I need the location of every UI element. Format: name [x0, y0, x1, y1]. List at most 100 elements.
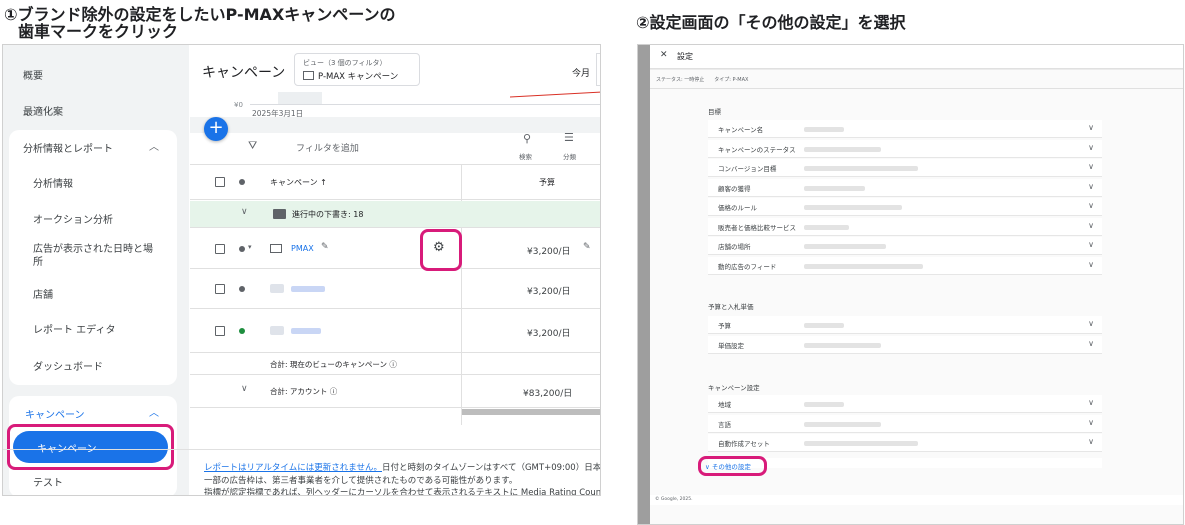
caret-down-icon[interactable]: ▾: [248, 243, 252, 251]
blurred-value: [804, 342, 881, 348]
nav-recommendations[interactable]: 最適化案: [23, 103, 63, 118]
blurred-campaign-name[interactable]: [291, 328, 321, 334]
blurred-value: [804, 323, 844, 328]
search-label: 検索: [519, 153, 532, 161]
settings-row[interactable]: キャンペーンのステータス ∨: [708, 139, 1102, 158]
footer-line1: レポートはリアルタイムには更新されません。日付と時刻のタイムゾーンはすべて（GM…: [204, 461, 600, 473]
close-icon[interactable]: ✕: [660, 50, 668, 60]
row-checkbox[interactable]: [215, 284, 225, 294]
chevron-down-icon[interactable]: ∨: [1088, 123, 1094, 132]
highlight-more-settings: [698, 456, 767, 476]
blurred-campaign-name[interactable]: [291, 286, 325, 292]
col-campaign[interactable]: キャンペーン ↑: [270, 177, 327, 188]
pmax-type-icon: [270, 244, 282, 253]
segment-icon[interactable]: ☰: [564, 131, 574, 144]
settings-row-label: 言語: [718, 420, 731, 429]
settings-row[interactable]: コンバージョン目標 ∨: [708, 159, 1102, 177]
chevron-down-icon[interactable]: ∨: [1088, 418, 1094, 427]
settings-row-label: 動的広告のフィード: [718, 262, 777, 271]
add-campaign-button[interactable]: +: [204, 117, 228, 141]
settings-row-label: 単価設定: [718, 341, 744, 350]
settings-row[interactable]: 言語 ∨: [708, 414, 1102, 433]
settings-row[interactable]: 価格のルール ∨: [708, 198, 1102, 216]
chevron-down-icon[interactable]: ∨: [241, 384, 248, 394]
nav-insights[interactable]: 分析情報: [33, 178, 73, 191]
chevron-down-icon[interactable]: ∨: [1088, 182, 1094, 191]
table-header: キャンペーン ↑ 予算: [190, 165, 600, 200]
settings-row[interactable]: 顧客の獲得 ∨: [708, 178, 1102, 197]
chevron-down-icon[interactable]: ∨: [241, 207, 248, 217]
blurred-value: [804, 166, 918, 171]
search-icon[interactable]: ⚲: [523, 132, 531, 145]
row-checkbox[interactable]: [215, 244, 225, 254]
blurred-value: [804, 224, 849, 230]
section-goal: 目標: [708, 108, 721, 116]
draft-row[interactable]: ∨ 進行中の下書き: 18: [190, 201, 600, 228]
step1-line1: ①ブランド除外の設定をしたいP-MAXキャンペーンの: [4, 5, 396, 24]
footer-link[interactable]: レポートはリアルタイムには更新されません。: [204, 463, 382, 473]
settings-row[interactable]: 単価設定 ∨: [708, 335, 1102, 354]
chevron-down-icon[interactable]: ∨: [1088, 201, 1094, 210]
nav-insights-section[interactable]: 分析情報とレポート: [23, 140, 113, 155]
main-panel: キャンペーン ビュー（3 個のフィルタ） P-MAX キャンペーン 今月 ¥0 …: [190, 45, 600, 495]
view-name: P-MAX キャンペーン: [318, 72, 399, 82]
chevron-down-icon[interactable]: ∨: [1088, 437, 1094, 446]
edit-pencil-icon[interactable]: ✎: [321, 242, 329, 252]
draft-label: 進行中の下書き: 18: [292, 210, 364, 219]
settings-row[interactable]: 自動作成アセット ∨: [708, 434, 1102, 452]
settings-row-label: コンバージョン目標: [718, 165, 777, 173]
chevron-down-icon[interactable]: ∨: [1088, 240, 1094, 249]
date-picker-edge[interactable]: [596, 53, 600, 86]
settings-row-label: 価格のルール: [718, 204, 757, 212]
settings-row[interactable]: 販売者と価格比較サービス ∨: [708, 217, 1102, 236]
nav-campaigns-section[interactable]: キャンペーン: [25, 406, 85, 421]
settings-row-label: キャンペーン名: [718, 126, 764, 134]
google-ads-campaigns-screenshot: 概要 最適化案 分析情報とレポート ︿ 分析情報 オークション分析 広告が表示さ…: [2, 44, 601, 496]
budget-value: ¥3,200/日: [527, 247, 571, 257]
nav-report-editor[interactable]: レポート エディタ: [33, 324, 115, 337]
settings-row[interactable]: 動的広告のフィード ∨: [708, 256, 1102, 275]
edit-pencil-icon[interactable]: ✎: [583, 242, 591, 252]
settings-row[interactable]: 店舗の場所 ∨: [708, 237, 1102, 255]
horizontal-scrollbar[interactable]: [462, 409, 600, 415]
nav-auction-insights[interactable]: オークション分析: [33, 214, 113, 227]
footer-line2: 一部の広告枠は、第三者事業者を介して提供されたものである可能性があります。: [204, 476, 518, 486]
highlight-campaigns-nav: [7, 424, 174, 470]
settings-row[interactable]: キャンペーン名 ∨: [708, 120, 1102, 138]
filter-input[interactable]: フィルタを追加: [296, 141, 359, 154]
chevron-up-icon[interactable]: ︿: [149, 138, 159, 153]
chevron-up-icon[interactable]: ︿: [149, 404, 159, 419]
settings-row-label: 予算: [718, 322, 731, 330]
sidebar: 概要 最適化案 分析情報とレポート ︿ 分析情報 オークション分析 広告が表示さ…: [3, 45, 189, 495]
blurred-icon: [270, 284, 284, 293]
view-selector[interactable]: ビュー（3 個のフィルタ） P-MAX キャンペーン: [294, 53, 420, 86]
settings-row[interactable]: 地域 ∨: [708, 395, 1102, 413]
table-row: ¥3,200/日: [190, 270, 600, 309]
date-range[interactable]: 今月: [572, 66, 590, 79]
campaign-link-pmax[interactable]: PMAX: [291, 244, 314, 253]
blurred-value: [804, 127, 844, 132]
chevron-down-icon[interactable]: ∨: [1088, 221, 1094, 230]
settings-row-label: 自動作成アセット: [718, 440, 770, 448]
blurred-value: [804, 146, 881, 152]
chevron-down-icon[interactable]: ∨: [1088, 260, 1094, 269]
status-enabled-icon: [239, 328, 245, 334]
filter-icon[interactable]: ⛛: [248, 139, 257, 153]
chevron-down-icon[interactable]: ∨: [1088, 162, 1094, 171]
chevron-down-icon[interactable]: ∨: [1088, 398, 1094, 407]
nav-dashboard[interactable]: ダッシュボード: [33, 361, 103, 374]
chevron-down-icon[interactable]: ∨: [1088, 143, 1094, 152]
select-all-checkbox[interactable]: [215, 177, 225, 187]
row-checkbox[interactable]: [215, 326, 225, 336]
nav-when-where[interactable]: 広告が表示された日時と場所: [33, 243, 158, 269]
col-budget[interactable]: 予算: [539, 177, 555, 188]
nav-overview[interactable]: 概要: [23, 67, 43, 82]
status-dropdown-icon[interactable]: [239, 246, 245, 252]
blurred-value: [804, 205, 902, 210]
nav-test[interactable]: テスト: [33, 477, 63, 490]
nav-stores[interactable]: 店舗: [33, 289, 53, 302]
settings-row[interactable]: 予算 ∨: [708, 316, 1102, 334]
total-account-row: ∨ 合計: アカウント ⓘ ¥83,200/日: [190, 376, 600, 408]
chevron-down-icon[interactable]: ∨: [1088, 339, 1094, 348]
chevron-down-icon[interactable]: ∨: [1088, 319, 1094, 328]
